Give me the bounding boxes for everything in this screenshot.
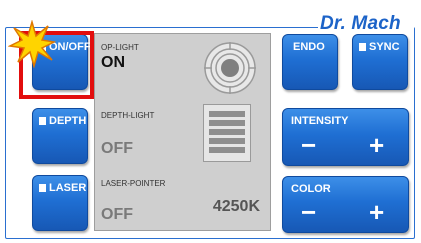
- color-increase-button[interactable]: +: [369, 199, 384, 225]
- depth-button[interactable]: DEPTH: [32, 108, 88, 164]
- depth-label: DEPTH: [39, 115, 86, 127]
- color-decrease-button[interactable]: −: [301, 199, 316, 225]
- laser-button[interactable]: LASER: [32, 175, 88, 231]
- endo-label: ENDO: [293, 41, 325, 53]
- intensity-control: INTENSITY − +: [282, 108, 409, 166]
- depth-text: DEPTH: [49, 115, 87, 127]
- sync-text: SYNC: [369, 41, 400, 53]
- depth-light-value: OFF: [101, 140, 133, 157]
- depth-level-icon: [203, 104, 251, 162]
- laser-pointer-value: OFF: [101, 206, 133, 223]
- endo-button[interactable]: ENDO: [282, 34, 338, 90]
- brand-logo: Dr. Mach: [320, 13, 401, 34]
- status-display-panel: OP-LIGHT ON DEPTH-LIGHT OFF LASER-POINTE…: [94, 33, 271, 231]
- click-burst-icon: [8, 20, 56, 68]
- depth-light-label: DEPTH-LIGHT: [101, 111, 155, 120]
- sync-button[interactable]: SYNC: [352, 34, 408, 90]
- led-indicator-icon: [359, 43, 366, 51]
- op-light-lamp-icon: [204, 42, 256, 94]
- op-light-label: OP-LIGHT: [101, 43, 139, 52]
- laser-pointer-label: LASER-POINTER: [101, 179, 166, 188]
- laser-label: LASER: [39, 182, 86, 194]
- intensity-label: INTENSITY: [291, 115, 349, 127]
- intensity-increase-button[interactable]: +: [369, 132, 384, 158]
- laser-text: LASER: [49, 182, 87, 194]
- led-indicator-icon: [39, 184, 46, 192]
- color-control: COLOR − +: [282, 176, 409, 233]
- intensity-decrease-button[interactable]: −: [301, 132, 316, 158]
- op-light-value: ON: [101, 54, 125, 71]
- led-indicator-icon: [39, 117, 46, 125]
- color-temperature-value: 4250K: [212, 198, 260, 215]
- sync-label: SYNC: [359, 41, 400, 53]
- color-label: COLOR: [291, 183, 331, 195]
